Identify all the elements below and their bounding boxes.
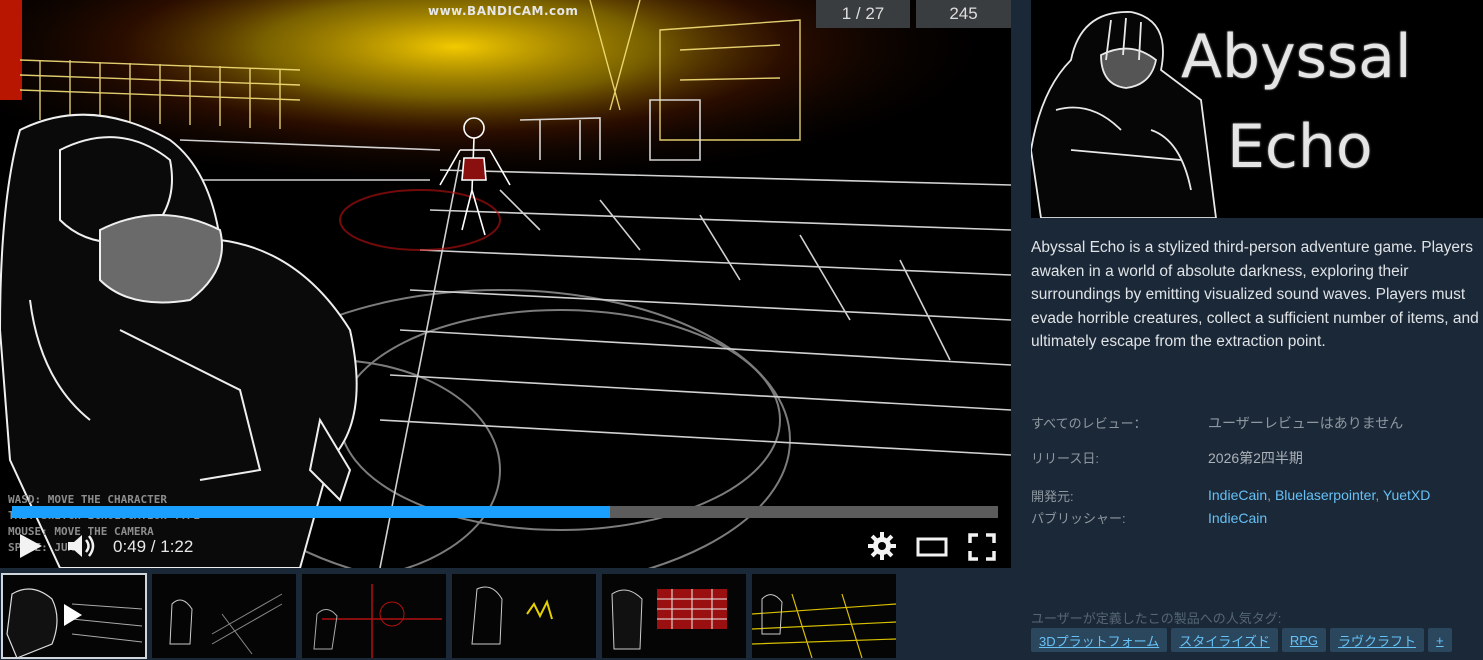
volume-button[interactable]	[66, 532, 96, 560]
publisher-value: IndieCain	[1208, 510, 1267, 526]
recording-watermark: www.BANDICAM.com	[428, 4, 579, 18]
thumbnail-screenshot[interactable]	[602, 574, 746, 658]
developer-link[interactable]: Bluelaserpointer	[1275, 487, 1375, 503]
publisher-link[interactable]: IndieCain	[1208, 510, 1267, 526]
fullscreen-icon	[968, 533, 996, 561]
tag-stylized[interactable]: スタイライズド	[1171, 628, 1278, 652]
total-count: 245	[916, 0, 1011, 28]
fullscreen-button[interactable]	[968, 533, 996, 561]
reviews-value: ユーザーレビューはありません	[1208, 415, 1404, 431]
thumbnail-screenshot[interactable]	[752, 574, 896, 658]
release-date-value: 2026第2四半期	[1208, 450, 1303, 466]
capsule-title-line1: Abyssal	[1181, 22, 1412, 92]
progress-fill	[12, 506, 610, 518]
volume-icon	[68, 535, 95, 557]
media-player[interactable]: www.BANDICAM.com 1 / 27 245 WASD: MOVE T…	[0, 0, 1011, 568]
developer-link[interactable]: IndieCain	[1208, 487, 1267, 503]
thumbnail-screenshot[interactable]	[452, 574, 596, 658]
screenshot-counter: 1 / 27	[816, 0, 910, 28]
developer-list: IndieCain, Bluelaserpointer, YuetXD	[1208, 487, 1430, 503]
tag-lovecraftian[interactable]: ラヴクラフト	[1330, 628, 1425, 652]
settings-button[interactable]	[868, 532, 896, 560]
capsule-title-line2: Echo	[1227, 112, 1373, 182]
developer-separator: ,	[1375, 487, 1383, 503]
tags-heading: ユーザーが定義したこの製品への人気タグ:	[1031, 611, 1282, 626]
play-button[interactable]	[18, 532, 44, 560]
playback-time: 0:49 / 1:22	[113, 537, 194, 556]
publisher-label: パブリッシャー:	[1031, 511, 1126, 526]
gear-icon	[868, 532, 896, 560]
tag-rpg[interactable]: RPG	[1281, 628, 1327, 652]
release-date-label: リリース日:	[1031, 451, 1099, 466]
thumbnail-screenshot[interactable]	[152, 574, 296, 658]
video-play-icon	[64, 604, 82, 626]
developer-separator: ,	[1267, 487, 1275, 503]
thumbnail-video[interactable]	[1, 573, 147, 659]
add-tag-button[interactable]: +	[1428, 628, 1452, 652]
thumbnail-strip	[0, 572, 1011, 660]
developer-label: 開発元:	[1031, 489, 1074, 504]
game-description: Abyssal Echo is a stylized third-person …	[1031, 239, 1479, 350]
tag-3d-platformer[interactable]: 3Dプラットフォーム	[1031, 628, 1168, 652]
developer-link[interactable]: YuetXD	[1383, 487, 1430, 503]
play-icon	[20, 534, 42, 558]
progress-bar[interactable]	[12, 506, 998, 518]
thumbnail-screenshot[interactable]	[302, 574, 446, 658]
game-header-image: Abyssal Echo	[1031, 0, 1483, 218]
reviews-label: すべてのレビュー：	[1031, 416, 1147, 431]
video-frame	[0, 0, 1011, 568]
theater-icon	[916, 537, 948, 557]
theater-mode-button[interactable]	[916, 536, 948, 558]
tag-list: 3Dプラットフォーム スタイライズド RPG ラヴクラフト +	[1031, 628, 1452, 652]
